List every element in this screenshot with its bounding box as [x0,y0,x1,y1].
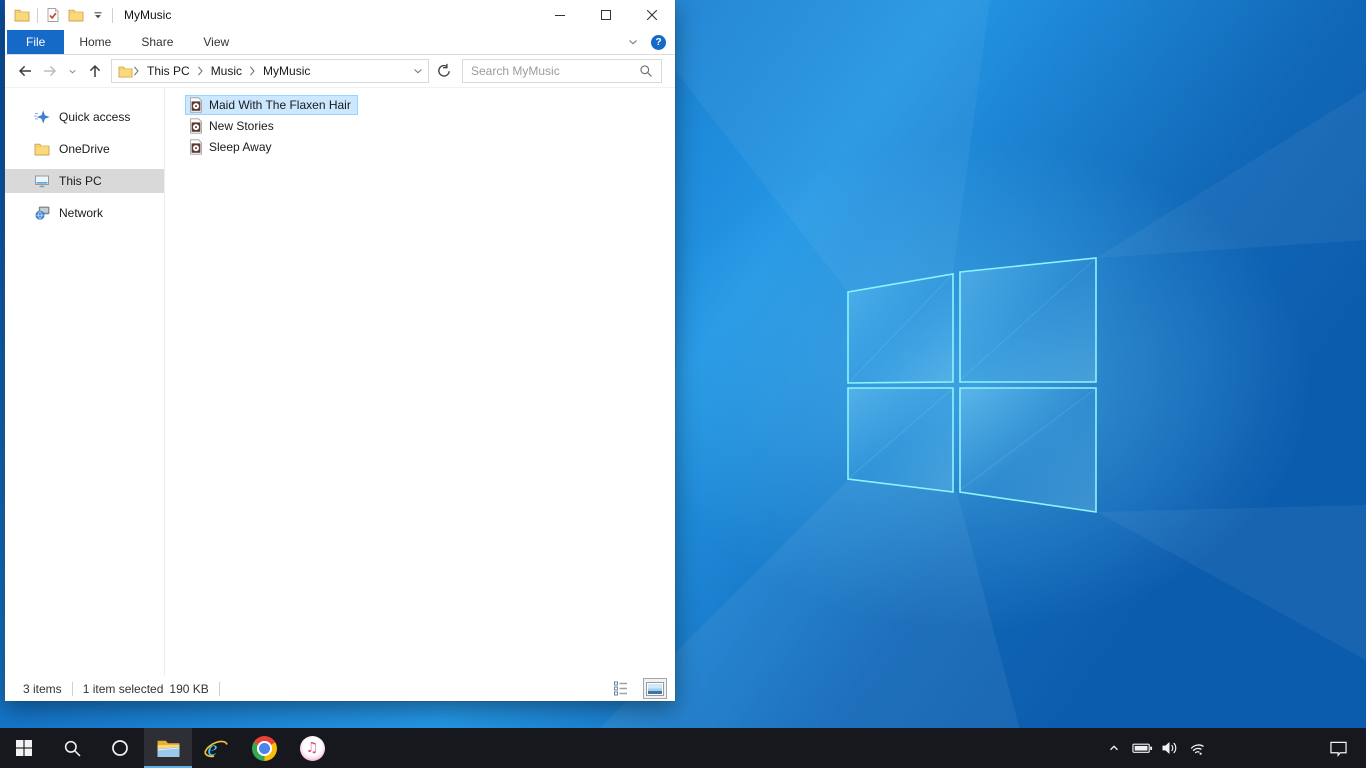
address-bar[interactable]: This PC Music MyMusic [111,59,429,83]
system-tray [1100,728,1366,768]
search-icon[interactable] [639,64,653,78]
file-name: Maid With The Flaxen Hair [209,98,351,112]
desktop: MyMusic File Home Share View ? This PC M… [0,0,1366,768]
recent-locations-chevron-icon[interactable] [67,66,78,77]
statusbar-separator [71,681,73,696]
sidebar-item-label: This PC [59,174,102,188]
onedrive-folder-icon [34,141,50,157]
qat-properties-button[interactable] [45,7,61,23]
selection-count: 1 item selected [82,681,164,696]
audio-file-icon [188,118,204,134]
taskbar-file-explorer-icon[interactable] [144,728,192,768]
sidebar-item-label: OneDrive [59,142,110,156]
wifi-icon[interactable] [1184,728,1212,768]
up-icon[interactable] [87,63,103,79]
breadcrumb-music[interactable]: Music [204,64,249,78]
minimize-button[interactable] [537,0,583,30]
hidden-icons-chevron-icon[interactable] [1100,728,1128,768]
maximize-button[interactable] [583,0,629,30]
search-box [462,59,662,83]
toolbar-separator [37,7,38,23]
search-input[interactable] [471,64,639,78]
chrome-icon[interactable] [240,728,288,768]
sidebar-item-onedrive[interactable]: OneDrive [5,137,164,161]
itunes-icon[interactable]: ♫ [288,728,336,768]
window-controls [537,0,675,30]
cortana-icon[interactable] [96,728,144,768]
address-dropdown-chevron-icon[interactable] [411,64,425,78]
ribbon-tab-bar: File Home Share View ? [5,30,675,55]
window-title: MyMusic [124,8,172,22]
quick-access-toolbar: MyMusic [5,0,171,30]
details-view-icon[interactable] [609,678,633,699]
large-icons-view-icon[interactable] [643,678,667,699]
file-item[interactable]: New Stories [185,116,281,136]
sidebar-item-this-pc[interactable]: This PC [5,169,164,193]
sidebar-item-label: Network [59,206,104,220]
file-name: New Stories [209,119,274,133]
audio-file-icon [188,139,204,155]
internet-explorer-icon[interactable] [192,728,240,768]
navigation-pane: Quick access OneDrive This PC Network [5,88,165,676]
tab-view[interactable]: View [188,30,244,54]
back-icon[interactable] [17,63,33,79]
status-bar: 3 items 1 item selected 190 KB [5,676,675,701]
volume-icon[interactable] [1156,728,1184,768]
this-pc-monitor-icon [34,173,50,189]
help-icon[interactable]: ? [651,34,666,50]
tab-file[interactable]: File [7,30,65,54]
file-item[interactable]: Maid With The Flaxen Hair [185,95,358,115]
forward-icon[interactable] [42,63,58,79]
refresh-icon[interactable] [434,61,454,81]
taskbar: ♫ [0,728,1366,768]
breadcrumb-chevron-icon[interactable] [249,66,256,76]
breadcrumb-mymusic[interactable]: MyMusic [256,64,317,78]
file-item[interactable]: Sleep Away [185,137,279,157]
tray-spacer [1212,728,1324,768]
sidebar-item-label: Quick access [59,110,131,124]
qat-new-folder-button[interactable] [68,7,84,23]
battery-icon[interactable] [1128,728,1156,768]
tab-share[interactable]: Share [126,30,188,54]
close-button[interactable] [629,0,675,30]
toolbar-separator [112,7,113,23]
network-icon [34,205,50,221]
selection-size: 190 KB [169,681,209,696]
explorer-window-icon[interactable] [14,7,30,23]
expand-ribbon-chevron-icon[interactable] [626,35,640,49]
action-center-icon[interactable] [1324,728,1352,768]
file-explorer-window: MyMusic File Home Share View ? This PC M… [5,0,675,701]
navigation-bar: This PC Music MyMusic [5,55,675,88]
file-name: Sleep Away [209,140,272,154]
tab-home[interactable]: Home [64,30,126,54]
taskbar-search-icon[interactable] [48,728,96,768]
breadcrumb-this-pc[interactable]: This PC [140,64,197,78]
sidebar-item-quick-access[interactable]: Quick access [5,105,164,129]
start-button[interactable] [0,728,48,768]
audio-file-icon [188,97,204,113]
breadcrumb-chevron-icon[interactable] [133,66,140,76]
statusbar-separator [218,681,220,696]
quick-access-star-icon [34,109,50,125]
address-folder-icon [118,64,133,79]
file-list: Maid With The Flaxen Hair New Stories Sl… [165,88,675,676]
breadcrumb-chevron-icon[interactable] [197,66,204,76]
sidebar-item-network[interactable]: Network [5,201,164,225]
qat-customize-chevron-icon[interactable] [91,8,105,22]
title-bar[interactable]: MyMusic [5,0,675,30]
items-count: 3 items [23,681,62,696]
